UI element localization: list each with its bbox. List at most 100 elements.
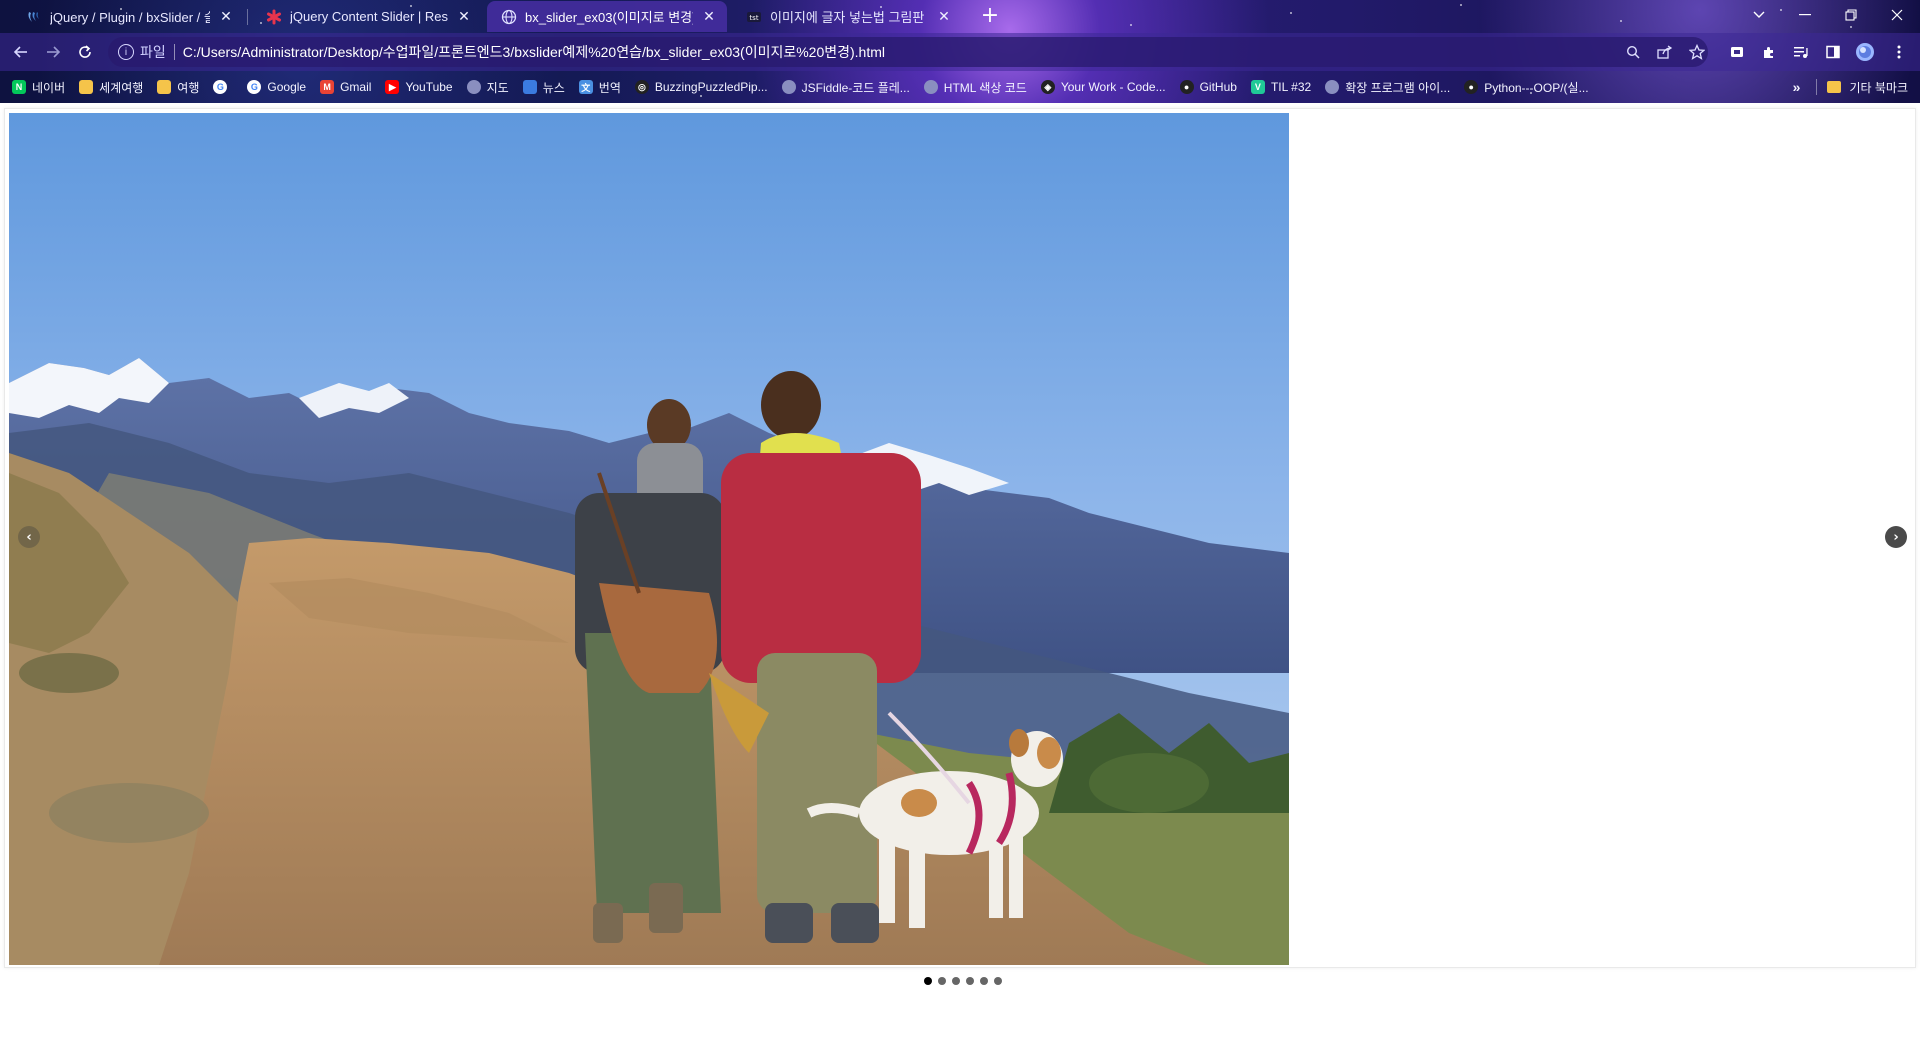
pager-dot[interactable]: [980, 977, 988, 985]
profile-avatar-icon[interactable]: [1852, 39, 1878, 65]
bookmark-item[interactable]: M Gmail: [320, 80, 371, 94]
globe-icon: [781, 80, 796, 94]
google-icon: G: [213, 80, 228, 94]
tab-content-slider[interactable]: jQuery Content Slider | Respons ✕: [252, 1, 482, 32]
codepen-icon: ◎: [634, 80, 649, 94]
github-icon: ●: [1179, 80, 1194, 94]
forward-icon[interactable]: [40, 39, 66, 65]
address-bar[interactable]: i 파일 C:/Users/Administrator/Desktop/수업파일…: [108, 37, 1708, 67]
pager-dot[interactable]: [966, 977, 974, 985]
pager-dot[interactable]: [938, 977, 946, 985]
codepen-icon: ◈: [1040, 80, 1055, 94]
bookmark-item[interactable]: ◎ BuzzingPuzzledPip...: [634, 80, 768, 94]
bookmark-label: Python---OOP/(실...: [1484, 80, 1589, 95]
reload-icon[interactable]: [72, 39, 98, 65]
close-icon[interactable]: ✕: [456, 8, 472, 25]
youtube-icon: ▶: [385, 80, 400, 94]
bookmark-label: 번역: [598, 80, 621, 95]
bookmark-label: TIL #32: [1270, 80, 1312, 94]
bookmark-label: YouTube: [405, 80, 453, 94]
site-info-icon[interactable]: i: [118, 44, 134, 60]
pager-dot[interactable]: [952, 977, 960, 985]
tab-search-icon[interactable]: [1736, 0, 1782, 30]
bookmark-label: HTML 색상 코드: [943, 80, 1027, 95]
tab-strip: jQuery / Plugin / bxSlider / 슬라 ✕ jQuery…: [0, 0, 1920, 33]
globe-icon: [501, 9, 517, 25]
github-icon: ●: [1464, 80, 1479, 94]
bookmark-item[interactable]: 확장 프로그램 아이...: [1325, 79, 1450, 96]
zoom-icon[interactable]: [1620, 39, 1646, 65]
bookmark-item[interactable]: V TIL #32: [1250, 80, 1312, 94]
close-icon[interactable]: ✕: [936, 8, 952, 25]
bookmark-label: 지도: [486, 80, 509, 95]
bookmark-star-icon[interactable]: [1684, 39, 1710, 65]
close-icon[interactable]: ✕: [218, 8, 234, 25]
restore-icon[interactable]: [1828, 0, 1874, 30]
slider-pager: [921, 977, 1005, 985]
globe-icon: [466, 80, 481, 94]
side-panel-icon[interactable]: [1820, 39, 1846, 65]
bookmark-label: 네이버: [32, 80, 66, 95]
close-icon[interactable]: ✕: [701, 8, 717, 25]
bookmark-item[interactable]: 세계여행: [79, 79, 143, 96]
new-tab-button[interactable]: +: [978, 5, 1002, 29]
bookmark-label: Google: [267, 80, 307, 94]
tab-title: bx_slider_ex03(이미지로 변경).ht: [525, 10, 693, 25]
translate-icon: 文: [578, 80, 593, 94]
media-playlist-icon[interactable]: [1788, 39, 1814, 65]
tab-image-text[interactable]: tst 이미지에 글자 넣는법 그림판 사 ✕: [732, 1, 962, 32]
asterisk-icon: [266, 9, 282, 25]
bookmark-label: 세계여행: [99, 80, 144, 95]
extensions-puzzle-icon[interactable]: [1756, 39, 1782, 65]
bookmark-item[interactable]: 여행: [157, 79, 199, 96]
url-text[interactable]: C:/Users/Administrator/Desktop/수업파일/프론트엔…: [183, 42, 885, 62]
extension-app-icon[interactable]: [1724, 39, 1750, 65]
more-bookmarks-button[interactable]: »: [1793, 79, 1801, 95]
slider-next-button[interactable]: ›: [1885, 526, 1907, 548]
svg-text:tst: tst: [749, 14, 758, 22]
browser-toolbar: i 파일 C:/Users/Administrator/Desktop/수업파일…: [0, 33, 1920, 71]
bookmark-item[interactable]: G Google: [247, 80, 306, 94]
bookmark-item[interactable]: ● Python---OOP/(실...: [1464, 79, 1589, 96]
back-icon[interactable]: [8, 39, 34, 65]
bx-slider-wrapper: ‹ ›: [4, 108, 1916, 968]
bookmark-label: Gmail: [340, 80, 372, 94]
globe-icon: [1325, 80, 1340, 94]
bookmark-label: 여행: [177, 80, 200, 95]
slider-prev-button[interactable]: ‹: [18, 526, 40, 548]
bookmark-item[interactable]: G: [213, 80, 233, 94]
google-icon: G: [247, 80, 262, 94]
page-viewport: ‹ ›: [0, 103, 1920, 1040]
bookmark-label: Your Work - Code...: [1060, 80, 1166, 94]
browser-chrome: jQuery / Plugin / bxSlider / 슬라 ✕ jQuery…: [0, 0, 1920, 103]
naver-icon: N: [12, 80, 26, 94]
velog-icon: V: [1250, 80, 1265, 94]
pager-dot[interactable]: [994, 977, 1002, 985]
close-window-icon[interactable]: [1874, 0, 1920, 30]
bookmark-item[interactable]: 지도: [466, 79, 509, 96]
bookmark-item[interactable]: 뉴스: [522, 79, 565, 96]
bookmark-item[interactable]: ◈ Your Work - Code...: [1040, 80, 1166, 94]
minimize-icon[interactable]: [1782, 0, 1828, 30]
bookmark-label: JSFiddle-코드 플레...: [801, 80, 910, 95]
tab-title: jQuery Content Slider | Respons: [290, 9, 448, 24]
other-bookmarks-folder[interactable]: 기타 북마크: [1849, 79, 1908, 96]
tab-title: 이미지에 글자 넣는법 그림판 사: [770, 10, 928, 25]
bookmark-item[interactable]: HTML 색상 코드: [923, 79, 1027, 96]
bookmark-item[interactable]: JSFiddle-코드 플레...: [781, 79, 910, 96]
bookmark-item[interactable]: N 네이버: [12, 79, 65, 96]
tab-bx-slider-ex03[interactable]: bx_slider_ex03(이미지로 변경).ht ✕: [487, 1, 727, 32]
bookmark-item[interactable]: ▶ YouTube: [385, 80, 453, 94]
bookmark-item[interactable]: 文 번역: [578, 79, 621, 96]
bookmark-label: BuzzingPuzzledPip...: [654, 80, 768, 94]
tab-jquery-plugin[interactable]: jQuery / Plugin / bxSlider / 슬라 ✕: [12, 1, 244, 32]
pager-dot[interactable]: [924, 977, 932, 985]
bookmark-item[interactable]: ● GitHub: [1179, 80, 1237, 94]
share-icon[interactable]: [1652, 39, 1678, 65]
tab-title: jQuery / Plugin / bxSlider / 슬라: [50, 10, 210, 25]
menu-kebab-icon[interactable]: [1886, 39, 1912, 65]
scheme-label: 파일: [140, 44, 166, 60]
jquery-icon: [26, 9, 42, 25]
folder-icon: [79, 80, 94, 94]
folder-icon: [1827, 81, 1842, 93]
